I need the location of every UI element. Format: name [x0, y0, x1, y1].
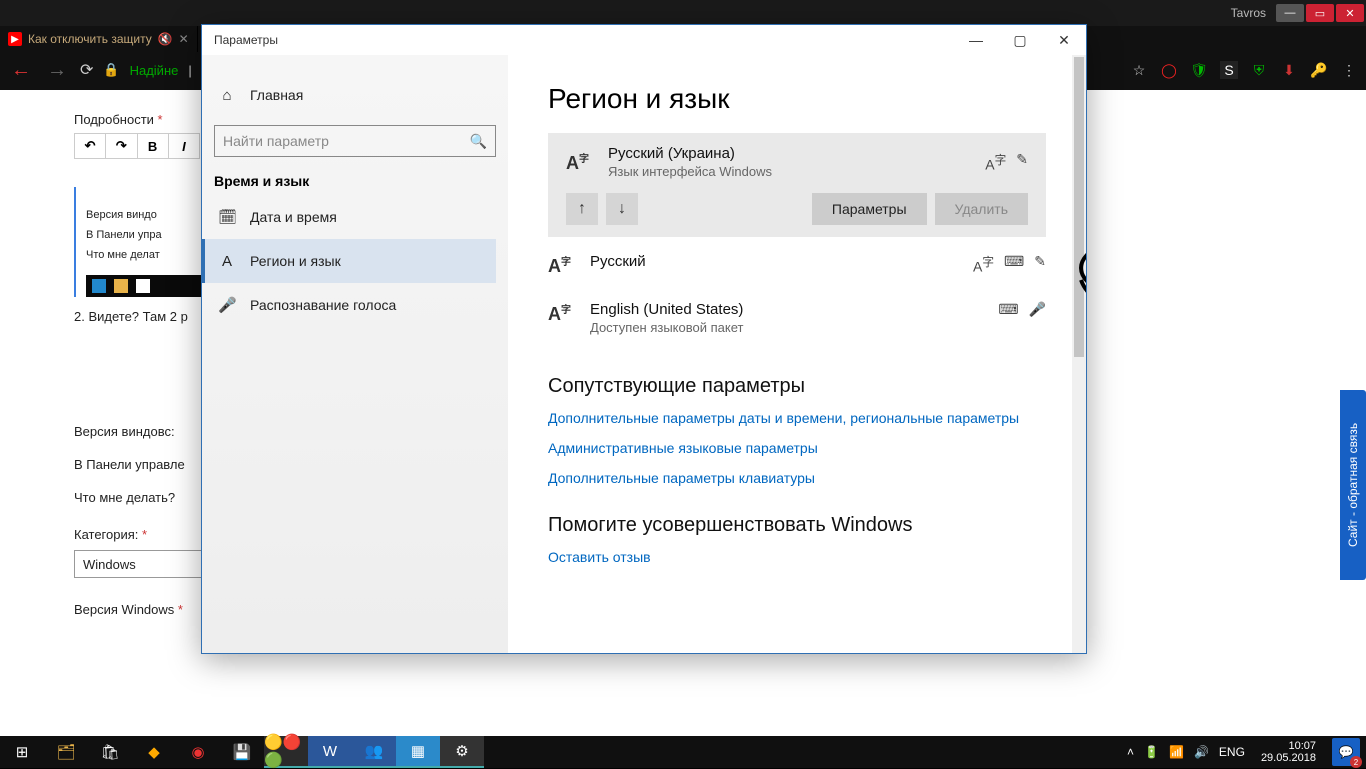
task-chrome[interactable]: 🟡🔴🟢 [264, 736, 308, 768]
browser-menu-button[interactable]: ⋮ [1340, 61, 1358, 79]
redo-button[interactable]: ↷ [106, 134, 137, 158]
task-explorer[interactable]: 🗂 [44, 736, 88, 768]
related-link-3[interactable]: Дополнительные параметры клавиатуры [548, 470, 1046, 486]
task-store[interactable]: 🛍 [88, 736, 132, 768]
nav-icon: 🗓 [218, 208, 236, 226]
settings-nav-2[interactable]: 🎤Распознавание голоса [214, 283, 496, 327]
secure-label: Надійне [130, 63, 179, 78]
tab-mute-icon[interactable]: 🔇 [158, 32, 173, 46]
search-icon: 🔍 [470, 133, 487, 150]
settings-window-title: Параметры [214, 33, 278, 47]
task-save[interactable]: 💾 [220, 736, 264, 768]
move-up-button[interactable]: ↑ [566, 193, 598, 225]
reload-button[interactable]: ⟳ [80, 60, 93, 80]
settings-page-title: Регион и язык [548, 83, 1046, 115]
language-glyph-icon: A字 [566, 150, 594, 174]
category-label: Категория: [74, 527, 138, 542]
keyboard-icon: ⌨ [998, 301, 1018, 318]
nav-back-button[interactable]: ← [8, 57, 34, 83]
tab-favicon: ▶ [8, 32, 22, 46]
feedback-link[interactable]: Оставить отзыв [548, 549, 1046, 565]
handwriting-icon: ✎ [1016, 151, 1028, 173]
undo-button[interactable]: ↶ [75, 134, 106, 158]
language-remove-button: Удалить [935, 193, 1028, 225]
editor-preview: Версия виндо В Панели упра Что мне делат [74, 187, 204, 297]
task-yellow[interactable]: ◆ [132, 736, 176, 768]
italic-button[interactable]: I [169, 134, 199, 158]
task-tile[interactable]: ▦ [396, 736, 440, 768]
tray-notifications[interactable]: 💬2 [1332, 738, 1360, 766]
site-feedback-tab[interactable]: Сайт - обратная связь [1340, 390, 1366, 580]
home-icon: ⌂ [218, 87, 236, 104]
browser-maximize-button[interactable]: ▭ [1306, 4, 1334, 22]
start-button[interactable]: ⊞ [0, 736, 44, 768]
nav-icon: A [218, 253, 236, 270]
language-card-ru-ua[interactable]: A字 Русский (Украина) Язык интерфейса Win… [548, 133, 1046, 237]
ext-adblock-icon[interactable]: ⛨ [1250, 61, 1268, 79]
search-placeholder: Найти параметр [223, 133, 329, 149]
embedded-taskbar-thumb [86, 275, 212, 297]
nav-forward-button[interactable]: → [44, 57, 70, 83]
display-lang-icon: A字 [985, 151, 1006, 173]
ext-box-icon[interactable]: S [1220, 61, 1238, 79]
ext-shield-icon[interactable]: 🛡 [1190, 61, 1208, 79]
browser-close-button[interactable]: ✕ [1336, 4, 1364, 22]
task-red[interactable]: ◉ [176, 736, 220, 768]
tray-clock[interactable]: 10:07 29.05.2018 [1255, 740, 1322, 764]
related-link-2[interactable]: Административные языковые параметры [548, 440, 1046, 456]
ext-opera-icon[interactable]: ◯ [1160, 61, 1178, 79]
settings-nav-0[interactable]: 🗓Дата и время [214, 195, 496, 239]
settings-scrollbar[interactable] [1072, 55, 1086, 653]
settings-nav-1[interactable]: AРегион и язык [202, 239, 496, 283]
settings-maximize-button[interactable]: ▢ [998, 25, 1042, 55]
editor-toolbar: ↶ ↷ B I [74, 133, 200, 159]
move-down-button[interactable]: ↓ [606, 193, 638, 225]
details-label: Подробности [74, 112, 154, 127]
settings-close-button[interactable]: ✕ [1042, 25, 1086, 55]
task-people[interactable]: 👥 [352, 736, 396, 768]
ext-dl-icon[interactable]: ⬇ [1280, 61, 1298, 79]
ext-key-icon[interactable]: 🔑 [1310, 61, 1328, 79]
tray-battery-icon[interactable]: 🔋 [1144, 745, 1159, 759]
task-settings[interactable]: ⚙ [440, 736, 484, 768]
language-card-ru[interactable]: A字 Русский A字 ⌨ ✎ [548, 241, 1046, 289]
language-glyph-icon: A字 [548, 301, 576, 325]
tray-language[interactable]: ENG [1219, 745, 1245, 759]
win-version-label: Версия Windows [74, 602, 174, 617]
settings-home[interactable]: ⌂ Главная [214, 73, 496, 117]
os-user-label: Tavros [1221, 6, 1276, 20]
star-icon[interactable]: ☆ [1130, 61, 1148, 79]
feedback-header: Помогите усовершенствовать Windows [548, 514, 1046, 537]
handwriting-icon: ✎ [1034, 253, 1046, 275]
settings-minimize-button[interactable]: — [954, 25, 998, 55]
nav-icon: 🎤 [218, 296, 236, 314]
settings-group-header: Время и язык [214, 173, 496, 189]
language-glyph-icon: A字 [548, 253, 576, 277]
language-options-button[interactable]: Параметры [812, 193, 927, 225]
tray-volume-icon[interactable]: 🔊 [1194, 745, 1209, 759]
language-card-en-us[interactable]: A字 English (United States) Доступен язык… [548, 289, 1046, 347]
keyboard-icon: ⌨ [1004, 253, 1024, 275]
settings-window: Параметры — ▢ ✕ ⌂ Главная Найти параметр… [201, 24, 1087, 654]
settings-search-input[interactable]: Найти параметр 🔍 [214, 125, 496, 157]
browser-minimize-button[interactable]: — [1276, 4, 1304, 22]
related-link-1[interactable]: Дополнительные параметры даты и времени,… [548, 410, 1046, 426]
windows-taskbar: ⊞ 🗂 🛍 ◆ ◉ 💾 🟡🔴🟢 W 👥 ▦ ⚙ ˄ 🔋 📶 🔊 ENG 10:0… [0, 736, 1366, 768]
lock-icon: 🔒 [103, 62, 119, 78]
display-lang-icon: A字 [973, 253, 994, 275]
speech-icon: 🎤 [1029, 301, 1046, 318]
bold-button[interactable]: B [138, 134, 169, 158]
tray-chevron-up-icon[interactable]: ˄ [1127, 745, 1134, 759]
browser-tab-0[interactable]: ▶ Как отключить защиту 🔇 ✕ [0, 26, 198, 52]
task-word[interactable]: W [308, 736, 352, 768]
related-header: Сопутствующие параметры [548, 375, 1046, 398]
tab-label: Как отключить защиту [28, 32, 152, 46]
tray-wifi-icon[interactable]: 📶 [1169, 745, 1184, 759]
tab-close-button[interactable]: ✕ [179, 32, 189, 46]
